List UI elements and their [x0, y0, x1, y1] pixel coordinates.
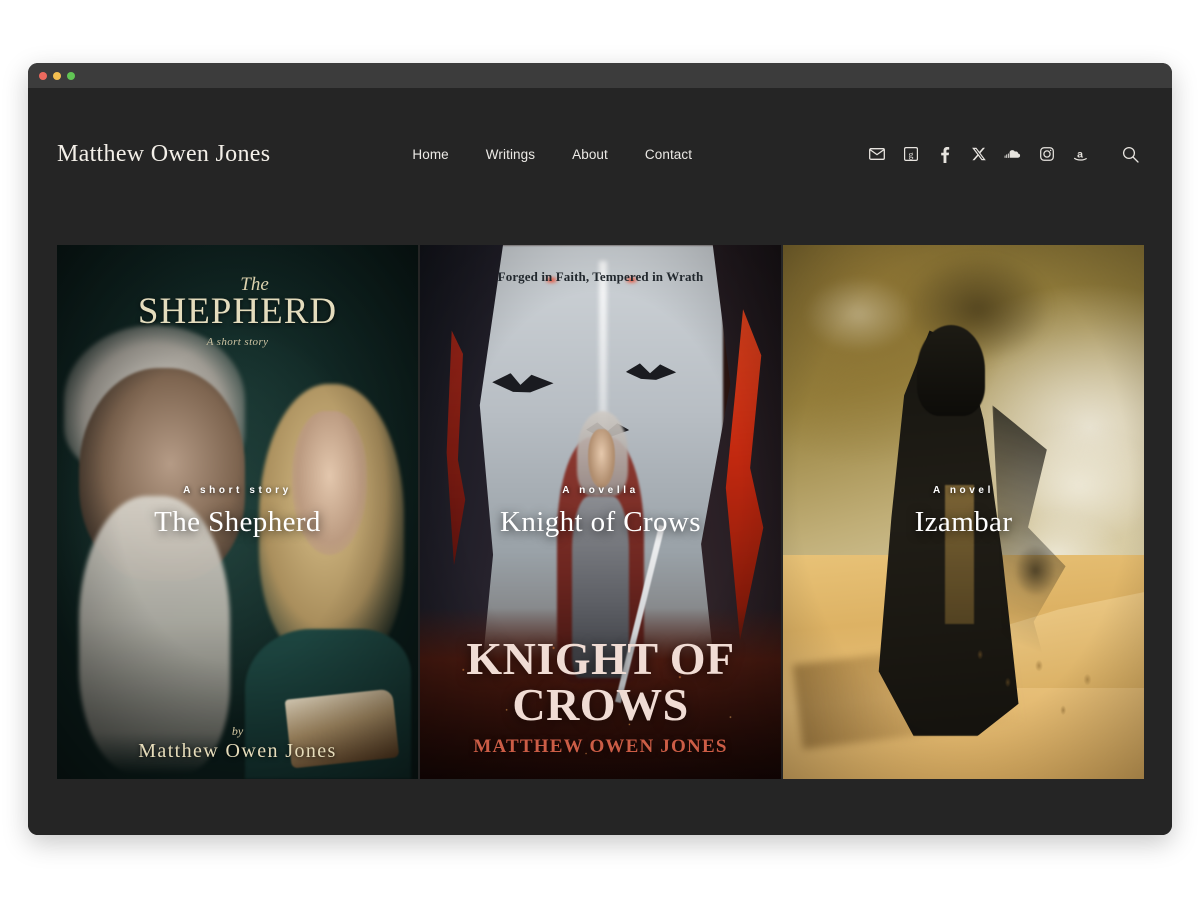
book-cover-the-shepherd[interactable]: The SHEPHERD A short story A short story… [57, 245, 418, 779]
cover-art-title: KNIGHT OF CROWS [466, 632, 735, 730]
cover-art-author: Matthew Owen Jones [138, 739, 337, 762]
maximize-button[interactable] [67, 71, 75, 80]
minimize-button[interactable] [53, 71, 61, 80]
nav-item-home[interactable]: Home [412, 147, 448, 162]
cover-art-vignette [783, 245, 1144, 779]
main-navigation: Home Writings About Contact [412, 147, 692, 162]
site-brand[interactable]: Matthew Owen Jones [57, 141, 270, 168]
site-header: Matthew Owen Jones Home Writings About C… [28, 88, 1172, 220]
cover-art-byline: by [231, 723, 244, 738]
book-cover-izambar[interactable]: A novel Izambar [783, 245, 1144, 779]
cover-art-title-subtitle: A short story [206, 336, 269, 349]
social-links: g a [868, 145, 1143, 163]
soundcloud-icon[interactable] [1004, 146, 1021, 163]
window-titlebar [28, 63, 1172, 88]
book-cover-knight-of-crows[interactable]: Forged in Faith, Tempered in Wrath A nov… [420, 245, 781, 779]
svg-text:a: a [1077, 148, 1083, 160]
book-covers-strip: The SHEPHERD A short story A short story… [57, 245, 1144, 779]
amazon-icon[interactable]: a [1072, 146, 1089, 163]
browser-window: Matthew Owen Jones Home Writings About C… [28, 63, 1172, 835]
email-icon[interactable] [868, 146, 885, 163]
cover-art-author-block: by Matthew Owen Jones [57, 724, 418, 763]
nav-item-about[interactable]: About [572, 147, 608, 162]
cover-art-title-block: The SHEPHERD A short story [57, 274, 418, 348]
nav-item-writings[interactable]: Writings [486, 147, 535, 162]
cover-art-title-block: KNIGHT OF CROWS MATTHEW OWEN JONES [420, 632, 781, 758]
cover-art-tagline: Forged in Faith, Tempered in Wrath [497, 269, 704, 285]
svg-text:g: g [908, 150, 913, 160]
search-icon[interactable] [1121, 145, 1139, 163]
goodreads-icon[interactable]: g [902, 146, 919, 163]
instagram-icon[interactable] [1038, 146, 1055, 163]
facebook-icon[interactable] [936, 146, 953, 163]
x-twitter-icon[interactable] [970, 146, 987, 163]
nav-item-contact[interactable]: Contact [645, 147, 692, 162]
cover-art-title-main: SHEPHERD [137, 291, 338, 333]
page-viewport: Matthew Owen Jones Home Writings About C… [28, 88, 1172, 835]
cover-art-author: MATTHEW OWEN JONES [473, 735, 728, 757]
close-button[interactable] [39, 71, 47, 80]
